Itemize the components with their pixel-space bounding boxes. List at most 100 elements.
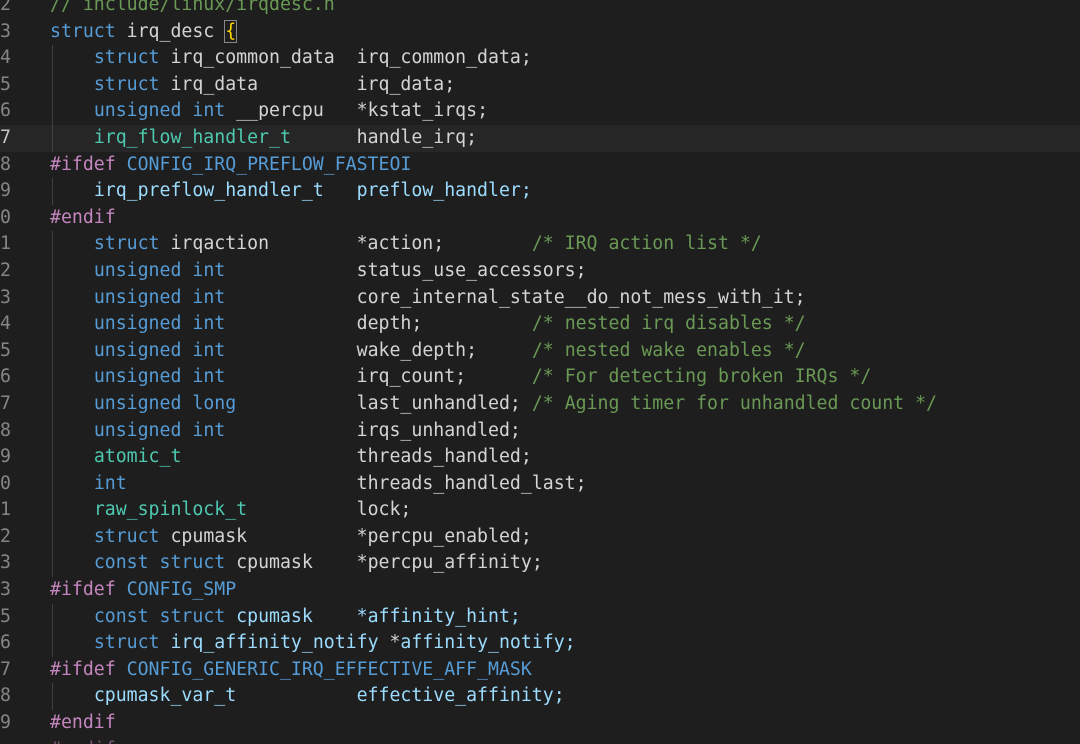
code-line[interactable]: 6 unsigned int irq_count; /* For detecti… — [0, 364, 1080, 391]
code-text[interactable]: unsigned int __percpu *kstat_irqs; — [50, 98, 488, 125]
code-text[interactable]: int threads_handled_last; — [50, 471, 587, 498]
code-text[interactable]: #ifdef CONFIG_GENERIC_IRQ_EFFECTIVE_AFF_… — [50, 657, 532, 684]
line-number: 9 — [0, 712, 11, 734]
code-line[interactable]: #endif — [0, 737, 1080, 744]
code-line[interactable]: 9 irq_preflow_handler_t preflow_handler; — [0, 178, 1080, 205]
line-number: 8 — [0, 153, 11, 175]
line-number: 5 — [0, 339, 11, 361]
code-line[interactable]: 4 struct irq_common_data irq_common_data… — [0, 45, 1080, 72]
code-text[interactable]: const struct cpumask *affinity_hint; — [50, 604, 521, 631]
code-text[interactable]: unsigned int depth; /* nested irq disabl… — [50, 311, 806, 338]
code-text[interactable]: unsigned int core_internal_state__do_not… — [50, 285, 806, 312]
code-text[interactable]: unsigned int wake_depth; /* nested wake … — [50, 338, 806, 365]
code-line[interactable]: 8 #ifdef CONFIG_IRQ_PREFLOW_FASTEOI — [0, 152, 1080, 179]
line-number: 9 — [0, 446, 11, 468]
code-text[interactable]: cpumask_var_t effective_affinity; — [50, 683, 565, 710]
code-text[interactable]: #ifdef CONFIG_SMP — [50, 577, 236, 604]
code-text[interactable]: #ifdef CONFIG_IRQ_PREFLOW_FASTEOI — [50, 152, 411, 179]
code-line[interactable]: 6 unsigned int __percpu *kstat_irqs; — [0, 98, 1080, 125]
code-line[interactable]: 1 struct irqaction *action; /* IRQ actio… — [0, 231, 1080, 258]
line-number: 8 — [0, 419, 11, 441]
line-number: 8 — [0, 685, 11, 707]
code-token: unsigned — [93, 392, 182, 414]
line-number: 3 — [0, 552, 11, 574]
code-line[interactable]: 5 const struct cpumask *affinity_hint; — [0, 603, 1080, 631]
code-token: cpumask *affinity_hint; — [236, 605, 521, 627]
code-line[interactable]: 2 // include/linux/irqdesc.h — [0, 0, 1080, 19]
code-line[interactable]: 2 unsigned int status_use_accessors; — [0, 257, 1080, 285]
line-number: 6 — [0, 100, 11, 122]
code-text[interactable]: struct irq_affinity_notify *affinity_not… — [50, 630, 576, 657]
code-lines[interactable]: 2 // include/linux/irqdesc.h 3 struct irq_d… — [0, 0, 1080, 744]
code-text[interactable]: unsigned int irqs_unhandled; — [50, 418, 521, 445]
code-line[interactable]: 9 #endif — [0, 710, 1080, 737]
code-text[interactable]: struct irqaction *action; /* IRQ action … — [50, 231, 762, 258]
code-line[interactable]: 3 struct irq_desc { — [0, 19, 1080, 46]
code-text[interactable]: struct irq_common_data irq_common_data; — [50, 45, 532, 72]
line-number: 9 — [0, 180, 11, 202]
code-line[interactable]: 5 struct irq_data irq_data; — [0, 71, 1080, 99]
code-text[interactable]: unsigned long last_unhandled; /* Aging t… — [50, 391, 937, 418]
code-editor[interactable]: 2 // include/linux/irqdesc.h 3 struct irq_d… — [0, 0, 1080, 744]
code-text[interactable]: irq_flow_handler_t handle_irq; — [50, 125, 477, 152]
code-token: int — [192, 100, 226, 122]
code-comment: /* IRQ action list */ — [531, 233, 762, 255]
code-text[interactable]: struct irq_desc { — [50, 19, 238, 46]
code-line[interactable]: 9 atomic_t threads_handled; — [0, 444, 1080, 471]
code-line[interactable]: 1 raw_spinlock_t lock; — [0, 497, 1080, 524]
code-text[interactable]: raw_spinlock_t lock; — [50, 497, 412, 524]
code-token: long — [192, 392, 237, 414]
code-token: struct — [93, 233, 160, 255]
code-line[interactable]: 6 struct irq_affinity_notify *affinity_n… — [0, 630, 1080, 657]
line-number: 7 — [0, 126, 11, 148]
code-line[interactable]: 7 #ifdef CONFIG_GENERIC_IRQ_EFFECTIVE_AFF… — [0, 657, 1080, 684]
code-token: unsigned — [93, 339, 182, 361]
code-line[interactable]: 2 struct cpumask *percpu_enabled; — [0, 523, 1080, 551]
code-line[interactable]: 3 const struct cpumask *percpu_affinity; — [0, 550, 1080, 578]
code-text[interactable]: #endif — [50, 205, 116, 232]
code-line[interactable]: 8 unsigned int irqs_unhandled; — [0, 417, 1080, 445]
code-line[interactable]: 3 #ifdef CONFIG_SMP — [0, 577, 1080, 604]
code-token: struct — [159, 552, 226, 574]
code-text[interactable]: unsigned int status_use_accessors; — [50, 258, 587, 285]
code-text[interactable]: irq_preflow_handler_t preflow_handler; — [50, 178, 532, 205]
code-token: unsigned — [93, 100, 182, 122]
code-text[interactable]: struct irq_data irq_data; — [50, 72, 455, 99]
code-token: { — [224, 19, 238, 43]
code-text[interactable]: struct cpumask *percpu_enabled; — [50, 524, 532, 551]
code-line[interactable]: 3 unsigned int core_internal_state__do_n… — [0, 284, 1080, 312]
code-text[interactable]: // include/linux/irqdesc.h — [50, 0, 335, 19]
code-text[interactable]: atomic_t threads_handled; — [50, 444, 532, 471]
code-text[interactable]: #endif — [50, 737, 116, 744]
line-number: 0 — [0, 472, 11, 494]
code-token: irq_flow_handler_t — [93, 126, 291, 148]
line-number: 2 — [0, 0, 11, 15]
code-token: irq_affinity_notify — [170, 632, 379, 654]
code-line[interactable]: 0 int threads_handled_last; — [0, 470, 1080, 498]
code-line[interactable]: 0 #endif — [0, 205, 1080, 232]
code-token: cpumask *percpu_affinity; — [225, 552, 543, 574]
code-token: irq_preflow_handler_t preflow_handler; — [93, 180, 532, 202]
line-number: 7 — [0, 392, 11, 414]
code-line[interactable]: 5 unsigned int wake_depth; /* nested wak… — [0, 337, 1080, 365]
code-text[interactable]: unsigned int irq_count; /* For detecting… — [50, 364, 871, 391]
code-line[interactable]: 4 unsigned int depth; /* nested irq disa… — [0, 311, 1080, 338]
code-line[interactable]: 7 unsigned long last_unhandled; /* Aging… — [0, 390, 1080, 418]
code-line[interactable]: 8 cpumask_var_t effective_affinity; — [0, 683, 1080, 711]
code-token: atomic_t — [93, 446, 182, 468]
code-text[interactable]: #endif — [50, 710, 116, 737]
code-text[interactable]: const struct cpumask *percpu_affinity; — [50, 550, 543, 577]
code-line[interactable]: 7 irq_flow_handler_t handle_irq; — [0, 124, 1080, 152]
